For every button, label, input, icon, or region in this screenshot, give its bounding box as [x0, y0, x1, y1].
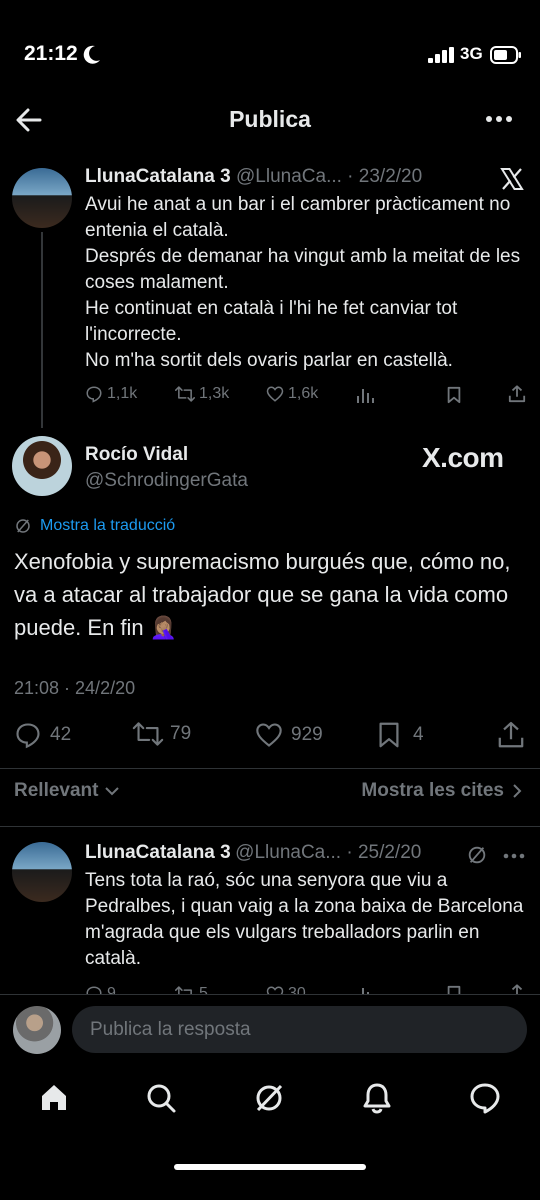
author-name[interactable]: LlunaCatalana 3: [85, 166, 231, 187]
reply-count: 42: [50, 724, 72, 745]
signal-icon: [428, 47, 456, 63]
status-time: 21:12: [24, 42, 78, 65]
reply-button[interactable]: 1,1k: [85, 385, 137, 403]
grok-icon: [16, 519, 30, 533]
heart-icon: [266, 386, 284, 402]
sort-dropdown[interactable]: Rellevant: [14, 780, 120, 802]
avatar[interactable]: [12, 168, 72, 228]
bookmark-button[interactable]: 4: [377, 721, 424, 749]
network-type: 3G: [460, 44, 483, 63]
reply-input[interactable]: [72, 1006, 527, 1053]
author-name[interactable]: Rocío Vidal: [85, 444, 188, 466]
sort-label: Rellevant: [14, 780, 99, 801]
x-logo-icon: [500, 167, 524, 191]
chevron-right-icon: [513, 784, 522, 798]
repost-button[interactable]: 79: [132, 721, 191, 747]
reply-button[interactable]: 42: [14, 721, 71, 749]
xcom-watermark: X.com: [422, 442, 504, 473]
divider: [0, 994, 540, 995]
reply-count: 1,1k: [107, 385, 138, 402]
author-meta: @LlunaCa... · 25/2/20: [235, 842, 422, 863]
avatar[interactable]: [12, 436, 72, 496]
more-options-icon[interactable]: [503, 853, 525, 859]
views-icon: [357, 389, 374, 403]
notifications-icon[interactable]: [361, 1082, 393, 1114]
like-count: 929: [291, 724, 323, 745]
repost-icon: [175, 386, 195, 402]
tweet-header: LlunaCatalana 3 @LlunaCa... · 25/2/20: [85, 842, 421, 864]
like-count: 1,6k: [288, 385, 319, 402]
show-quotes-link[interactable]: Mostra les cites: [361, 780, 522, 802]
battery-icon: [490, 45, 522, 65]
search-icon[interactable]: [145, 1082, 177, 1114]
bookmark-icon: [379, 722, 399, 748]
tweet-text: Tens tota la raó, sóc una senyora que vi…: [85, 870, 524, 969]
moon-icon: [82, 44, 102, 66]
home-icon[interactable]: [38, 1082, 70, 1114]
avatar[interactable]: [12, 842, 72, 902]
share-button[interactable]: [508, 385, 526, 403]
share-icon: [498, 721, 524, 748]
reply-icon: [16, 723, 40, 749]
translate-link[interactable]: Mostra la traducció: [14, 517, 175, 535]
author-name[interactable]: LlunaCatalana 3: [85, 842, 231, 863]
author-handle: @SchrodingerGata: [85, 470, 248, 491]
share-icon: [508, 385, 526, 403]
show-quotes-label: Mostra les cites: [361, 780, 504, 801]
like-button[interactable]: 1,6k: [266, 385, 318, 403]
tweet-actions: 42 79 929 4: [0, 721, 540, 751]
bookmark-button[interactable]: [446, 386, 462, 404]
reply-icon: [86, 386, 102, 403]
tweet-actions: 1,1k 1,3k 1,6k: [0, 385, 540, 407]
grok-icon[interactable]: [253, 1082, 285, 1114]
messages-icon[interactable]: [469, 1082, 501, 1114]
more-options-icon[interactable]: [485, 115, 513, 123]
translate-label: Mostra la traducció: [40, 517, 176, 534]
repost-button[interactable]: 1,3k: [175, 385, 229, 403]
tweet-text: Avui he anat a un bar i el cambrer pràct…: [85, 194, 521, 371]
repost-count: 1,3k: [199, 385, 230, 402]
divider: [0, 768, 540, 769]
repost-icon: [132, 722, 164, 746]
bookmark-count: 4: [413, 724, 424, 745]
current-user-avatar[interactable]: [13, 1006, 61, 1054]
page-title: Publica: [229, 106, 311, 132]
chevron-down-icon: [105, 787, 120, 796]
heart-icon: [256, 723, 282, 747]
share-button[interactable]: [497, 721, 525, 749]
author-meta: @LlunaCa... · 23/2/20: [236, 166, 423, 187]
like-button[interactable]: 929: [255, 721, 323, 749]
grok-icon[interactable]: [466, 844, 488, 866]
home-indicator[interactable]: [174, 1164, 366, 1170]
tweet-header: LlunaCatalana 3 @LlunaCa... · 23/2/20: [85, 166, 422, 188]
divider: [0, 826, 540, 827]
views-button[interactable]: [356, 387, 374, 403]
tweet-timestamp[interactable]: 21:08 · 24/2/20: [14, 678, 135, 699]
repost-count: 79: [170, 723, 192, 744]
tweet-text: Xenofobia y supremacismo burgués que, có…: [14, 549, 511, 640]
bookmark-icon: [447, 386, 461, 404]
